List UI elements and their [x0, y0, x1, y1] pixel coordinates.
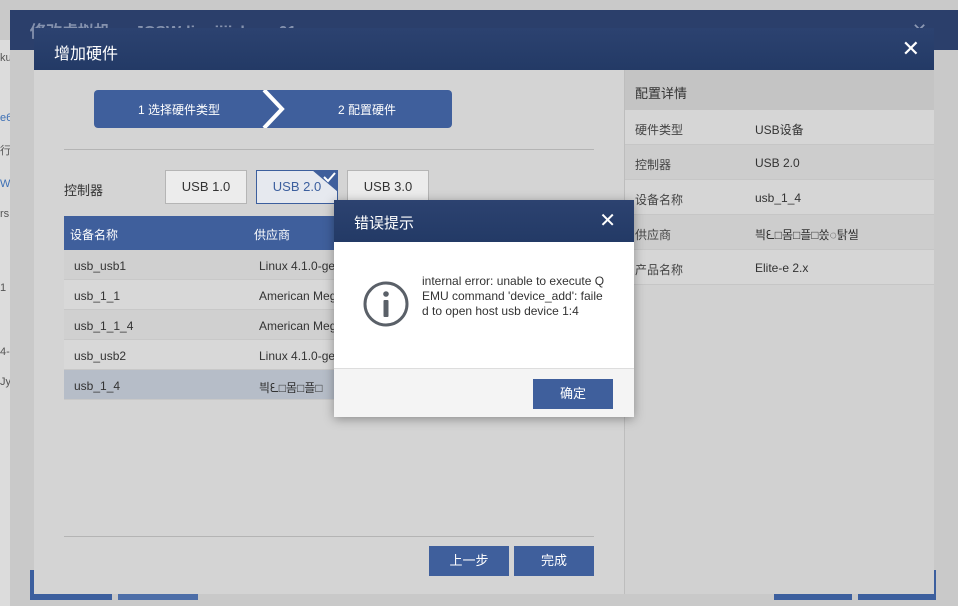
device-name-cell: usb_1_4 [74, 379, 121, 393]
config-detail-panel: 配置详情 硬件类型 USB设备 控制器 USB 2.0 设备名称 usb_1_4… [624, 70, 934, 594]
usb2-option-button[interactable]: USB 2.0 [256, 170, 338, 204]
detail-key: 硬件类型 [635, 123, 684, 137]
error-message: internal error: unable to execute QEMU c… [422, 274, 605, 318]
detail-value: USB设备 [755, 123, 804, 137]
usb1-option-button[interactable]: USB 1.0 [165, 170, 247, 204]
background-fragment: 1 [0, 282, 7, 294]
vendor-cell: 븩ᘍ□몸□플□ [259, 381, 323, 395]
detail-value: 븩ᘍ□몸□플□쏬◌탉씰 [755, 228, 859, 242]
column-device-name: 设备名称 [70, 228, 119, 242]
background-sidebar [0, 40, 10, 606]
finish-button[interactable]: 完成 [514, 546, 594, 576]
modal-close-icon[interactable]: ✕ [902, 37, 920, 61]
detail-key: 供应商 [635, 228, 672, 242]
detail-value: USB 2.0 [755, 156, 800, 170]
detail-row: 设备名称 usb_1_4 [625, 180, 934, 215]
error-close-icon[interactable]: ✕ [599, 210, 616, 232]
device-name-cell: usb_usb2 [74, 349, 127, 363]
error-dialog-header: 错误提示 ✕ [334, 200, 634, 242]
detail-value: usb_1_4 [755, 191, 802, 205]
info-circle-icon [363, 281, 409, 327]
detail-header: 配置详情 [625, 70, 934, 110]
divider [64, 536, 594, 537]
vendor-cell: American Megatrends [259, 289, 339, 303]
detail-row: 控制器 USB 2.0 [625, 145, 934, 180]
detail-key: 产品名称 [635, 263, 684, 277]
background-fragment: ku [0, 52, 10, 64]
modal-header: 增加硬件 ✕ [34, 28, 934, 70]
column-vendor: 供应商 [254, 228, 291, 242]
modal-title: 增加硬件 [54, 46, 119, 63]
vendor-cell: American Megatrends [259, 319, 339, 333]
confirm-button[interactable]: 确定 [533, 379, 613, 409]
step-select-type[interactable]: 1 选择硬件类型 [138, 101, 220, 118]
checkmark-icon [312, 170, 338, 192]
detail-row: 产品名称 Elite-e 2.x [625, 250, 934, 285]
previous-step-button[interactable]: 上一步 [429, 546, 509, 576]
device-name-cell: usb_1_1_4 [74, 319, 134, 333]
detail-title: 配置详情 [635, 86, 688, 101]
device-name-cell: usb_1_1 [74, 289, 121, 303]
background-fragment: 行 [0, 145, 10, 157]
detail-value: Elite-e 2.x [755, 261, 809, 275]
error-dialog-footer: 确定 [334, 368, 634, 417]
background-fragment: Wi [0, 178, 10, 190]
detail-row: 供应商 븩ᘍ□몸□플□쏬◌탉씰 [625, 215, 934, 250]
detail-row: 硬件类型 USB设备 [625, 110, 934, 145]
step-arrow-icon [262, 90, 285, 128]
vendor-cell: Linux 4.1.0-generic [259, 349, 339, 363]
detail-list: 硬件类型 USB设备 控制器 USB 2.0 设备名称 usb_1_4 供应商 … [625, 110, 934, 285]
step-configure[interactable]: 2 配置硬件 [338, 101, 396, 118]
detail-key: 设备名称 [635, 193, 684, 207]
device-name-cell: usb_usb1 [74, 259, 127, 273]
controller-label: 控制器 [64, 183, 104, 198]
background-fragment: 4-2 [0, 346, 10, 358]
divider [64, 149, 594, 150]
error-dialog: 错误提示 ✕ internal error: unable to execute… [334, 200, 634, 417]
background-fragment: Jy [0, 376, 10, 388]
background-fragment: e6 [0, 112, 10, 124]
vendor-cell: Linux 4.1.0-generic [259, 259, 339, 273]
background-fragment: rs [0, 208, 10, 220]
error-dialog-title: 错误提示 [354, 215, 415, 232]
detail-key: 控制器 [635, 158, 672, 172]
step-indicator: 1 选择硬件类型 2 配置硬件 [94, 90, 452, 128]
usb3-option-button[interactable]: USB 3.0 [347, 170, 429, 204]
